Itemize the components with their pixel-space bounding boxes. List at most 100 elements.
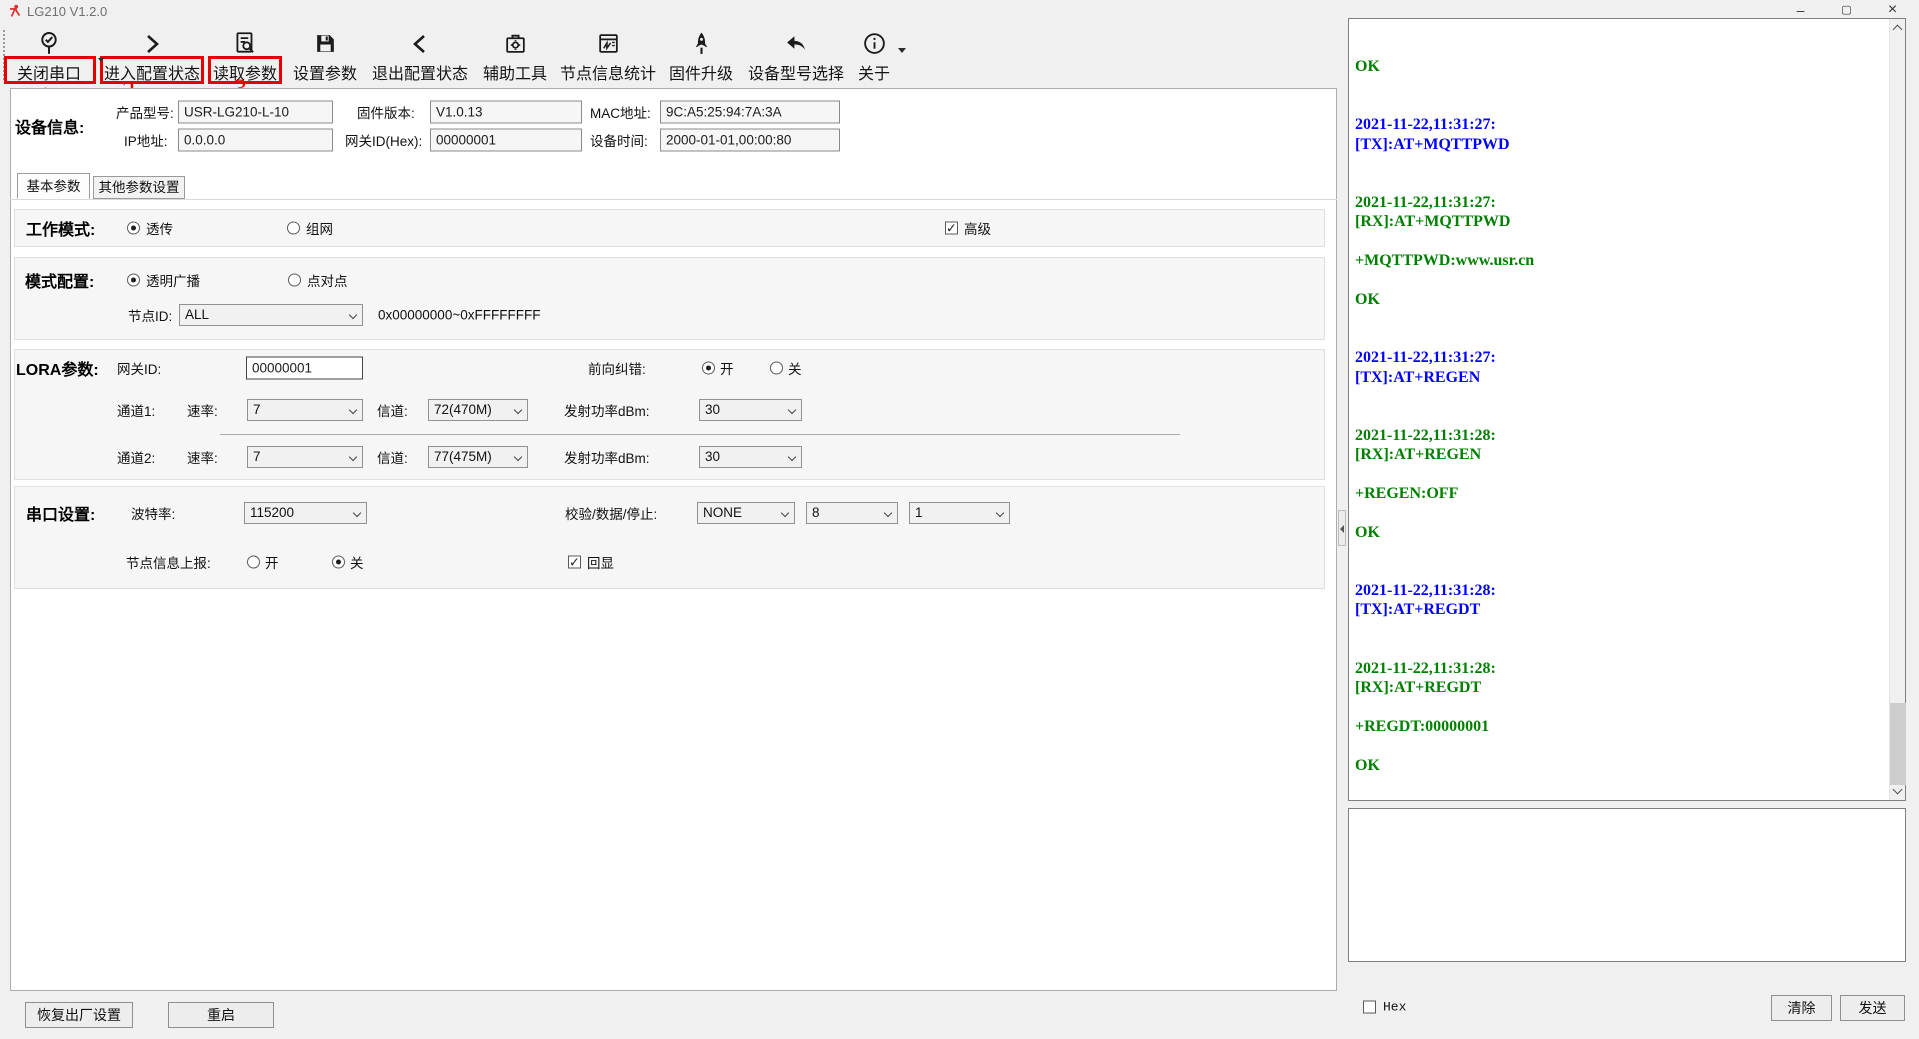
channel1-rate-value: 7 xyxy=(253,402,261,417)
send-button[interactable]: 发送 xyxy=(1840,995,1905,1021)
channel1-power-dropdown[interactable]: 30 xyxy=(699,399,802,421)
channel1-channel-value: 72(470M) xyxy=(434,402,492,417)
fec-off-radio[interactable] xyxy=(770,362,783,375)
about-button[interactable]: 关于 xyxy=(852,26,896,86)
device-time-field[interactable] xyxy=(660,129,840,152)
channel2-channel-label: 信道: xyxy=(377,447,408,467)
log-scrollbar[interactable] xyxy=(1889,19,1905,800)
model-select-label: 设备型号选择 xyxy=(748,60,844,84)
product-model-field[interactable] xyxy=(178,101,333,124)
tab-basic-params[interactable]: 基本参数 xyxy=(17,173,90,199)
echo-checkbox[interactable] xyxy=(568,556,581,569)
work-mode-networking-radio[interactable] xyxy=(287,222,300,235)
node-report-off-label: 关 xyxy=(350,552,364,572)
channel1-channel-dropdown[interactable]: 72(470M) xyxy=(428,399,528,421)
at-command-log[interactable]: OK 2021-11-22,11:31:27:[TX]:AT+MQTTPWD 2… xyxy=(1348,18,1906,801)
node-stats-button[interactable]: 节点信息统计 xyxy=(556,26,660,86)
work-mode-transparent-radio[interactable] xyxy=(127,222,140,235)
channel2-rate-value: 7 xyxy=(253,449,261,464)
lora-gateway-id-label: 网关ID: xyxy=(117,358,161,378)
tools-label: 辅助工具 xyxy=(483,60,547,84)
broadcast-label: 透明广播 xyxy=(146,270,200,290)
channel2-rate-dropdown[interactable]: 7 xyxy=(247,446,363,468)
firmware-version-label: 固件版本: xyxy=(357,102,415,122)
exit-config-icon xyxy=(408,26,432,56)
parity-data-stop-label: 校验/数据/停止: xyxy=(565,503,657,523)
baud-rate-dropdown[interactable]: 115200 xyxy=(244,502,367,524)
advanced-checkbox[interactable] xyxy=(945,222,958,235)
node-id-hint: 0x00000000~0xFFFFFFFF xyxy=(378,308,540,323)
model-select-icon xyxy=(784,26,809,56)
channel1-rate-dropdown[interactable]: 7 xyxy=(247,399,363,421)
scroll-up-icon[interactable] xyxy=(1893,25,1903,35)
clear-button[interactable]: 清除 xyxy=(1771,995,1832,1021)
firmware-upgrade-label: 固件升级 xyxy=(669,60,733,84)
hex-checkbox[interactable] xyxy=(1363,1001,1376,1014)
channel2-power-label: 发射功率dBm: xyxy=(564,447,650,467)
log-line: OK xyxy=(1355,523,1888,542)
firmware-upgrade-button[interactable]: 固件升级 xyxy=(662,26,740,86)
p2p-radio[interactable] xyxy=(288,274,301,287)
scrollbar-thumb[interactable] xyxy=(1890,703,1906,785)
log-line xyxy=(1355,562,1888,581)
parity-value: NONE xyxy=(703,505,742,520)
mac-address-field[interactable] xyxy=(660,101,840,124)
tab-other-params[interactable]: 其他参数设置 xyxy=(93,176,185,199)
work-mode-networking-label: 组网 xyxy=(306,218,333,238)
lora-params-label: LORA参数: xyxy=(16,356,99,380)
node-id-value: ALL xyxy=(185,307,209,322)
data-bits-value: 8 xyxy=(812,505,820,520)
close-serial-dropdown-icon[interactable] xyxy=(98,58,104,62)
chevron-down-icon xyxy=(788,406,796,414)
chevron-down-icon xyxy=(349,311,357,319)
mac-address-label: MAC地址: xyxy=(590,102,651,122)
model-select-button[interactable]: 设备型号选择 xyxy=(743,26,849,86)
parity-dropdown[interactable]: NONE xyxy=(697,502,795,524)
node-report-on-radio[interactable] xyxy=(247,556,260,569)
log-line: +REGDT:00000001 xyxy=(1355,717,1888,736)
panel-splitter-handle[interactable] xyxy=(1338,510,1346,546)
lora-gateway-id-field[interactable] xyxy=(246,357,363,380)
broadcast-radio[interactable] xyxy=(127,274,140,287)
log-line xyxy=(1355,639,1888,658)
scroll-down-icon[interactable] xyxy=(1893,785,1903,795)
tools-button[interactable]: 辅助工具 xyxy=(476,26,554,86)
fec-on-radio[interactable] xyxy=(702,362,715,375)
ip-address-label: IP地址: xyxy=(124,130,168,150)
ip-address-field[interactable] xyxy=(178,129,333,152)
channel2-power-value: 30 xyxy=(705,449,720,464)
channel1-rate-label: 速率: xyxy=(187,400,218,420)
chevron-down-icon xyxy=(514,453,522,461)
firmware-version-field[interactable] xyxy=(430,101,582,124)
chevron-down-icon xyxy=(514,406,522,414)
chevron-down-icon xyxy=(349,453,357,461)
send-input[interactable] xyxy=(1348,808,1906,962)
toolbar-overflow-icon[interactable] xyxy=(898,48,906,53)
log-line xyxy=(1355,736,1888,755)
channel2-power-dropdown[interactable]: 30 xyxy=(699,446,802,468)
chevron-down-icon xyxy=(788,453,796,461)
channel2-channel-dropdown[interactable]: 77(475M) xyxy=(428,446,528,468)
factory-reset-button[interactable]: 恢复出厂设置 xyxy=(25,1002,133,1028)
p2p-label: 点对点 xyxy=(307,270,348,290)
chevron-down-icon xyxy=(884,509,892,517)
exit-config-button[interactable]: 退出配置状态 xyxy=(368,26,472,86)
log-line: 2021-11-22,11:31:28: xyxy=(1355,581,1888,600)
set-params-label: 设置参数 xyxy=(293,60,357,84)
stop-bits-value: 1 xyxy=(915,505,923,520)
node-stats-icon xyxy=(596,26,621,56)
node-report-off-radio[interactable] xyxy=(332,556,345,569)
save-params-icon xyxy=(313,26,338,56)
chevron-down-icon xyxy=(353,509,361,517)
chevron-down-icon xyxy=(781,509,789,517)
log-line xyxy=(1355,542,1888,561)
node-id-dropdown[interactable]: ALL xyxy=(179,304,363,326)
set-params-button[interactable]: 设置参数 xyxy=(285,26,365,86)
log-line: 2021-11-22,11:31:28: xyxy=(1355,659,1888,678)
stop-bits-dropdown[interactable]: 1 xyxy=(909,502,1010,524)
restart-button[interactable]: 重启 xyxy=(168,1002,274,1028)
data-bits-dropdown[interactable]: 8 xyxy=(806,502,898,524)
baud-rate-value: 115200 xyxy=(250,505,294,520)
fec-label: 前向纠错: xyxy=(588,358,646,378)
gateway-id-hex-field[interactable] xyxy=(430,129,582,152)
